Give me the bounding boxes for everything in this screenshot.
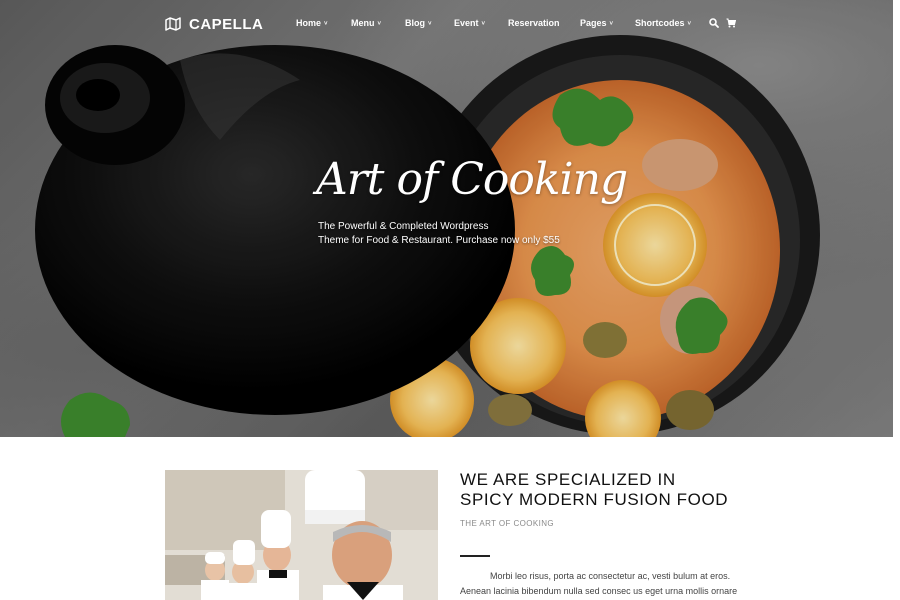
chevron-down-icon: ˅ bbox=[324, 20, 328, 27]
main-menu: Home ˅ Menu ˅ Blog ˅ Event ˅ Reservation… bbox=[296, 16, 710, 30]
section-title-line2: SPICY MODERN FUSION FOOD bbox=[460, 490, 729, 509]
nav-item-label: Blog bbox=[405, 18, 425, 28]
nav-item-event[interactable]: Event ˅ bbox=[454, 18, 508, 28]
body-line2: Aenean lacinia bibendum nulla sed consec… bbox=[460, 586, 738, 596]
chevron-down-icon: ˅ bbox=[428, 20, 432, 27]
nav-item-home[interactable]: Home ˅ bbox=[296, 18, 351, 28]
nav-item-label: Menu bbox=[351, 18, 375, 28]
hero-subtitle-line2: Theme for Food & Restaurant. Purchase no… bbox=[318, 235, 560, 246]
about-text: WE ARE SPECIALIZED IN SPICY MODERN FUSIO… bbox=[460, 470, 760, 596]
nav-item-label: Event bbox=[454, 18, 479, 28]
section-subtitle: THE ART OF COOKING bbox=[460, 519, 555, 528]
section-title-line1: WE ARE SPECIALIZED IN bbox=[460, 470, 676, 489]
chefs-illustration bbox=[165, 470, 438, 600]
search-icon[interactable] bbox=[709, 18, 719, 28]
nav-item-shortcodes[interactable]: Shortcodes ˅ bbox=[635, 18, 710, 28]
nav-item-reservation[interactable]: Reservation bbox=[508, 18, 580, 28]
nav-item-label: Reservation bbox=[508, 18, 560, 28]
body-line1: Morbi leo risus, porta ac consectetur ac… bbox=[490, 571, 731, 581]
chevron-down-icon: ˅ bbox=[687, 20, 692, 27]
chevron-down-icon: ˅ bbox=[609, 20, 614, 27]
map-icon bbox=[165, 17, 181, 31]
divider bbox=[460, 555, 490, 557]
nav-item-blog[interactable]: Blog ˅ bbox=[405, 18, 454, 28]
hero-banner: CAPELLA Home ˅ Menu ˅ Blog ˅ Event ˅ Res… bbox=[0, 0, 893, 437]
hero-subtitle-line1: The Powerful & Completed Wordpress bbox=[318, 221, 489, 232]
cart-icon[interactable] bbox=[726, 18, 736, 28]
chevron-down-icon: ˅ bbox=[481, 20, 486, 27]
chefs-photo bbox=[165, 470, 438, 600]
nav-item-label: Shortcodes bbox=[635, 18, 685, 28]
hero-title: Art of Cooking bbox=[316, 154, 628, 205]
hero-overlay bbox=[0, 0, 893, 437]
nav-tools bbox=[709, 16, 736, 30]
brand-name: CAPELLA bbox=[189, 15, 264, 33]
nav-item-label: Pages bbox=[580, 18, 607, 28]
nav-item-label: Home bbox=[296, 18, 322, 28]
about-section: WE ARE SPECIALIZED IN SPICY MODERN FUSIO… bbox=[0, 437, 900, 600]
section-body: Morbi leo risus, porta ac consectetur ac… bbox=[460, 569, 750, 599]
nav-item-menu[interactable]: Menu ˅ bbox=[351, 18, 405, 28]
top-navbar: CAPELLA Home ˅ Menu ˅ Blog ˅ Event ˅ Res… bbox=[0, 0, 893, 46]
site-logo[interactable]: CAPELLA bbox=[165, 14, 263, 34]
nav-item-pages[interactable]: Pages ˅ bbox=[580, 18, 635, 28]
chevron-down-icon: ˅ bbox=[377, 20, 382, 27]
